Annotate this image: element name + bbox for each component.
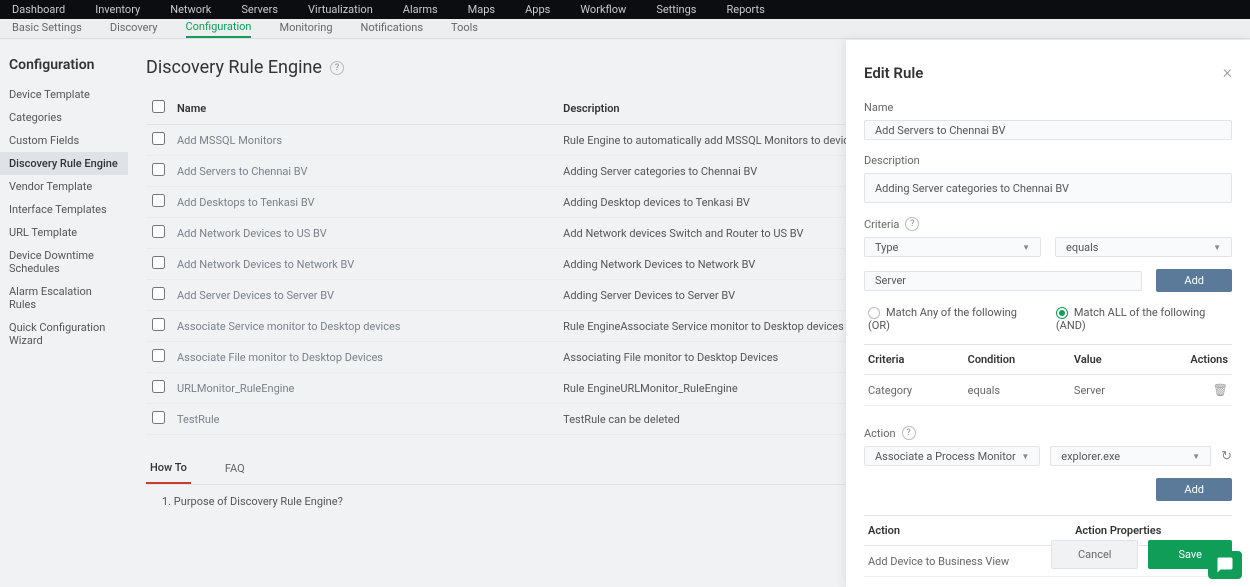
select-all-checkbox[interactable] (152, 100, 165, 113)
tab-faq[interactable]: FAQ (221, 454, 249, 483)
refresh-icon[interactable]: ↻ (1221, 449, 1232, 464)
col-name: Name (171, 92, 557, 125)
sidebar-title: Configuration (0, 57, 128, 83)
criteria-help-icon[interactable]: ? (905, 217, 919, 231)
chevron-down-icon: ▼ (1021, 452, 1029, 461)
sidebar-item-quick-config-wizard[interactable]: Quick Configuration Wizard (0, 316, 128, 352)
nav-workflow[interactable]: Workflow (580, 3, 626, 16)
crit-col-value: Value (1070, 345, 1145, 375)
cancel-button[interactable]: Cancel (1051, 540, 1138, 569)
action-label: Action ? (864, 426, 1232, 440)
panel-title: Edit Rule (864, 64, 923, 82)
sidebar-item-custom-fields[interactable]: Custom Fields (0, 129, 128, 152)
match-all-radio[interactable]: Match ALL of the following (AND) (1056, 306, 1232, 332)
page-title-text: Discovery Rule Engine (146, 57, 322, 78)
row-checkbox[interactable] (152, 318, 165, 331)
row-checkbox[interactable] (152, 411, 165, 424)
chevron-down-icon: ▼ (1022, 243, 1030, 252)
name-input[interactable] (864, 120, 1232, 140)
nav-inventory[interactable]: Inventory (95, 3, 140, 16)
action-help-icon[interactable]: ? (902, 426, 916, 440)
action-col-action: Action (864, 516, 1071, 546)
cell-name: Add Network Devices to US BV (171, 218, 557, 249)
row-checkbox[interactable] (152, 132, 165, 145)
action-add-button[interactable]: Add (1156, 478, 1232, 501)
criteria-value-input[interactable] (864, 271, 1142, 291)
row-checkbox[interactable] (152, 287, 165, 300)
criteria-table: Criteria Condition Value Actions Categor… (864, 344, 1232, 406)
nav-maps[interactable]: Maps (468, 3, 495, 16)
nav-servers[interactable]: Servers (241, 3, 278, 16)
action-cell-action: Add Device to Business View (864, 546, 1071, 577)
cell-name: Add Network Devices to Network BV (171, 249, 557, 280)
sidebar: Configuration Device Template Categories… (0, 39, 128, 587)
crit-cell-criteria: Category (864, 375, 964, 406)
chevron-down-icon: ▼ (1213, 243, 1221, 252)
sidebar-item-vendor-template[interactable]: Vendor Template (0, 175, 128, 198)
nav-apps[interactable]: Apps (525, 3, 550, 16)
criteria-type-select[interactable]: Type▼ (864, 237, 1041, 257)
action-value-select[interactable]: explorer.exe▼ (1050, 446, 1211, 466)
cell-name: Add MSSQL Monitors (171, 125, 557, 156)
sidebar-item-categories[interactable]: Categories (0, 106, 128, 129)
cell-name: Add Servers to Chennai BV (171, 156, 557, 187)
description-input[interactable] (864, 173, 1232, 203)
delete-icon[interactable]: 🗑 (1213, 383, 1228, 397)
criteria-condition-select[interactable]: equals▼ (1055, 237, 1232, 257)
match-any-radio[interactable]: Match Any of the following (OR) (868, 306, 1036, 332)
crit-col-condition: Condition (964, 345, 1070, 375)
nav-virtualization[interactable]: Virtualization (308, 3, 373, 16)
edit-rule-panel: Edit Rule × Name Description Criteria ? … (846, 40, 1250, 587)
description-label: Description (864, 154, 1232, 167)
nav-network[interactable]: Network (170, 3, 211, 16)
row-checkbox[interactable] (152, 163, 165, 176)
cell-name: URLMonitor_RuleEngine (171, 373, 557, 404)
tab-how-to[interactable]: How To (146, 453, 191, 484)
nav-dashboard[interactable]: Dashboard (12, 3, 65, 16)
subnav-monitoring[interactable]: Monitoring (279, 21, 332, 37)
cell-name: TestRule (171, 404, 557, 435)
subnav-notifications[interactable]: Notifications (361, 21, 424, 37)
cell-name: Add Server Devices to Server BV (171, 280, 557, 311)
name-label: Name (864, 101, 1232, 114)
subnav-basic-settings[interactable]: Basic Settings (12, 21, 82, 37)
crit-cell-condition: equals (964, 375, 1070, 406)
row-checkbox[interactable] (152, 349, 165, 362)
cell-name: Associate File monitor to Desktop Device… (171, 342, 557, 373)
crit-col-actions: Actions (1145, 345, 1232, 375)
chevron-down-icon: ▼ (1192, 452, 1200, 461)
subnav-configuration[interactable]: Configuration (186, 20, 252, 38)
sidebar-item-downtime-schedules[interactable]: Device Downtime Schedules (0, 244, 128, 280)
top-nav: Dashboard Inventory Network Servers Virt… (0, 0, 1250, 19)
sub-nav: Basic Settings Discovery Configuration M… (0, 19, 1250, 39)
row-checkbox[interactable] (152, 194, 165, 207)
cell-name: Add Desktops to Tenkasi BV (171, 187, 557, 218)
subnav-discovery[interactable]: Discovery (110, 21, 158, 37)
row-checkbox[interactable] (152, 225, 165, 238)
cell-name: Associate Service monitor to Desktop dev… (171, 311, 557, 342)
sidebar-item-discovery-rule-engine[interactable]: Discovery Rule Engine (0, 152, 128, 175)
help-icon[interactable]: ? (330, 61, 344, 75)
subnav-tools[interactable]: Tools (451, 21, 478, 37)
crit-cell-value: Server (1070, 375, 1145, 406)
row-checkbox[interactable] (152, 256, 165, 269)
sidebar-item-interface-templates[interactable]: Interface Templates (0, 198, 128, 221)
sidebar-item-device-template[interactable]: Device Template (0, 83, 128, 106)
sidebar-item-alarm-escalation[interactable]: Alarm Escalation Rules (0, 280, 128, 316)
criteria-label: Criteria ? (864, 217, 1232, 231)
action-type-select[interactable]: Associate a Process Monitor▼ (864, 446, 1040, 466)
nav-reports[interactable]: Reports (726, 3, 764, 16)
nav-alarms[interactable]: Alarms (403, 3, 438, 16)
criteria-add-button[interactable]: Add (1156, 269, 1232, 292)
nav-settings[interactable]: Settings (656, 3, 696, 16)
row-checkbox[interactable] (152, 380, 165, 393)
close-icon[interactable]: × (1223, 62, 1232, 83)
sidebar-item-url-template[interactable]: URL Template (0, 221, 128, 244)
chat-icon[interactable] (1208, 551, 1242, 579)
criteria-row: Category equals Server 🗑 (864, 375, 1232, 406)
crit-col-criteria: Criteria (864, 345, 964, 375)
